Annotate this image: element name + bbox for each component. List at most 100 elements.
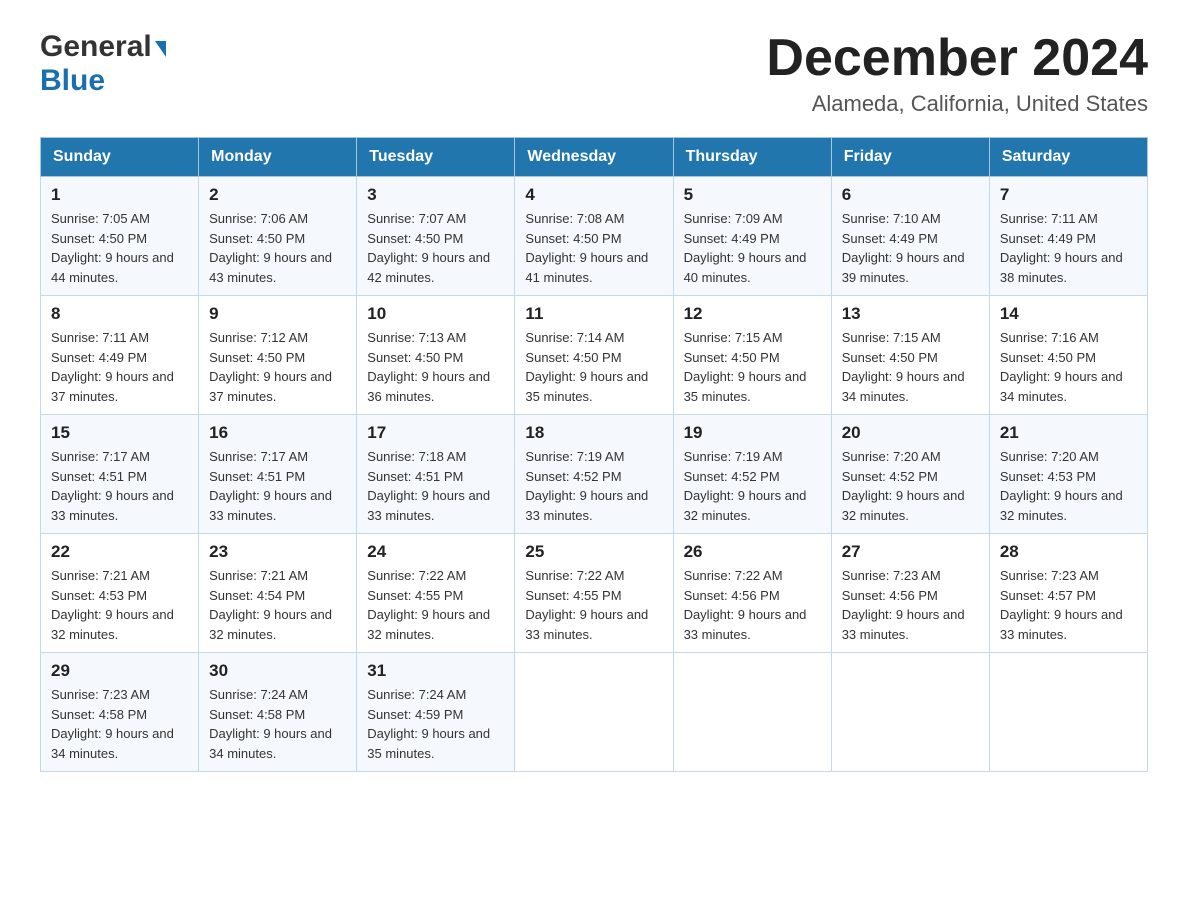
day-info: Sunrise: 7:23 AMSunset: 4:57 PMDaylight:…	[1000, 566, 1137, 644]
day-info: Sunrise: 7:22 AMSunset: 4:55 PMDaylight:…	[525, 566, 662, 644]
calendar-day-cell: 7Sunrise: 7:11 AMSunset: 4:49 PMDaylight…	[989, 177, 1147, 296]
day-info: Sunrise: 7:15 AMSunset: 4:50 PMDaylight:…	[684, 328, 821, 406]
day-info: Sunrise: 7:22 AMSunset: 4:55 PMDaylight:…	[367, 566, 504, 644]
day-number: 27	[842, 542, 979, 562]
day-info: Sunrise: 7:13 AMSunset: 4:50 PMDaylight:…	[367, 328, 504, 406]
calendar-day-cell	[989, 653, 1147, 772]
day-info: Sunrise: 7:21 AMSunset: 4:54 PMDaylight:…	[209, 566, 346, 644]
day-number: 2	[209, 185, 346, 205]
day-number: 22	[51, 542, 188, 562]
calendar-day-header: Tuesday	[357, 138, 515, 177]
day-number: 1	[51, 185, 188, 205]
day-number: 7	[1000, 185, 1137, 205]
logo: General Blue	[40, 30, 166, 98]
calendar-day-cell: 3 Sunrise: 7:07 AMSunset: 4:50 PMDaylight…	[357, 177, 515, 296]
calendar-day-cell: 21 Sunrise: 7:20 AMSunset: 4:53 PMDayligh…	[989, 415, 1147, 534]
day-info: Sunrise: 7:21 AMSunset: 4:53 PMDaylight:…	[51, 566, 188, 644]
calendar-day-header: Wednesday	[515, 138, 673, 177]
day-info: Sunrise: 7:23 AMSunset: 4:58 PMDaylight:…	[51, 685, 188, 763]
calendar-day-cell: 2 Sunrise: 7:06 AMSunset: 4:50 PMDaylight…	[199, 177, 357, 296]
day-info: Sunrise: 7:08 AMSunset: 4:50 PMDaylight:…	[525, 209, 662, 287]
calendar-day-cell: 29 Sunrise: 7:23 AMSunset: 4:58 PMDayligh…	[41, 653, 199, 772]
day-number: 26	[684, 542, 821, 562]
day-info: Sunrise: 7:07 AMSunset: 4:50 PMDaylight:…	[367, 209, 504, 287]
calendar-day-cell: 27 Sunrise: 7:23 AMSunset: 4:56 PMDayligh…	[831, 534, 989, 653]
calendar-day-cell: 30 Sunrise: 7:24 AMSunset: 4:58 PMDayligh…	[199, 653, 357, 772]
day-number: 13	[842, 304, 979, 324]
calendar-day-header: Monday	[199, 138, 357, 177]
calendar-day-cell: 25 Sunrise: 7:22 AMSunset: 4:55 PMDayligh…	[515, 534, 673, 653]
calendar-day-cell: 17Sunrise: 7:18 AMSunset: 4:51 PMDayligh…	[357, 415, 515, 534]
calendar-day-cell: 4 Sunrise: 7:08 AMSunset: 4:50 PMDaylight…	[515, 177, 673, 296]
day-info: Sunrise: 7:12 AMSunset: 4:50 PMDaylight:…	[209, 328, 346, 406]
calendar-day-cell: 28Sunrise: 7:23 AMSunset: 4:57 PMDayligh…	[989, 534, 1147, 653]
day-number: 12	[684, 304, 821, 324]
calendar-day-cell: 11Sunrise: 7:14 AMSunset: 4:50 PMDayligh…	[515, 296, 673, 415]
day-info: Sunrise: 7:14 AMSunset: 4:50 PMDaylight:…	[525, 328, 662, 406]
day-number: 4	[525, 185, 662, 205]
calendar-week-row: 1 Sunrise: 7:05 AMSunset: 4:50 PMDaylight…	[41, 177, 1148, 296]
calendar-day-cell: 13Sunrise: 7:15 AMSunset: 4:50 PMDayligh…	[831, 296, 989, 415]
day-number: 20	[842, 423, 979, 443]
calendar-week-row: 22 Sunrise: 7:21 AMSunset: 4:53 PMDayligh…	[41, 534, 1148, 653]
day-info: Sunrise: 7:11 AMSunset: 4:49 PMDaylight:…	[51, 328, 188, 406]
day-info: Sunrise: 7:06 AMSunset: 4:50 PMDaylight:…	[209, 209, 346, 287]
logo-blue-text: Blue	[40, 64, 166, 98]
day-info: Sunrise: 7:16 AMSunset: 4:50 PMDaylight:…	[1000, 328, 1137, 406]
day-number: 24	[367, 542, 504, 562]
calendar-header-row: SundayMondayTuesdayWednesdayThursdayFrid…	[41, 138, 1148, 177]
day-number: 15	[51, 423, 188, 443]
logo-triangle-icon	[155, 41, 166, 57]
calendar-day-cell: 24 Sunrise: 7:22 AMSunset: 4:55 PMDayligh…	[357, 534, 515, 653]
calendar-day-header: Thursday	[673, 138, 831, 177]
calendar-day-cell: 14 Sunrise: 7:16 AMSunset: 4:50 PMDayligh…	[989, 296, 1147, 415]
day-number: 30	[209, 661, 346, 681]
day-info: Sunrise: 7:24 AMSunset: 4:58 PMDaylight:…	[209, 685, 346, 763]
calendar-day-cell: 1 Sunrise: 7:05 AMSunset: 4:50 PMDaylight…	[41, 177, 199, 296]
calendar-day-cell: 15 Sunrise: 7:17 AMSunset: 4:51 PMDayligh…	[41, 415, 199, 534]
calendar-week-row: 15 Sunrise: 7:17 AMSunset: 4:51 PMDayligh…	[41, 415, 1148, 534]
day-number: 25	[525, 542, 662, 562]
day-number: 14	[1000, 304, 1137, 324]
day-number: 31	[367, 661, 504, 681]
day-number: 29	[51, 661, 188, 681]
month-title: December 2024	[766, 30, 1148, 87]
day-info: Sunrise: 7:19 AMSunset: 4:52 PMDaylight:…	[525, 447, 662, 525]
location-subtitle: Alameda, California, United States	[766, 91, 1148, 117]
day-info: Sunrise: 7:17 AMSunset: 4:51 PMDaylight:…	[209, 447, 346, 525]
calendar-day-cell: 10Sunrise: 7:13 AMSunset: 4:50 PMDayligh…	[357, 296, 515, 415]
calendar-day-header: Saturday	[989, 138, 1147, 177]
calendar-day-header: Friday	[831, 138, 989, 177]
calendar-day-cell: 26 Sunrise: 7:22 AMSunset: 4:56 PMDayligh…	[673, 534, 831, 653]
calendar-day-cell: 20 Sunrise: 7:20 AMSunset: 4:52 PMDayligh…	[831, 415, 989, 534]
day-number: 18	[525, 423, 662, 443]
calendar-day-cell	[673, 653, 831, 772]
day-info: Sunrise: 7:23 AMSunset: 4:56 PMDaylight:…	[842, 566, 979, 644]
calendar-day-cell: 22 Sunrise: 7:21 AMSunset: 4:53 PMDayligh…	[41, 534, 199, 653]
calendar-day-cell: 23Sunrise: 7:21 AMSunset: 4:54 PMDayligh…	[199, 534, 357, 653]
page-header: General Blue December 2024 Alameda, Cali…	[40, 30, 1148, 117]
day-info: Sunrise: 7:05 AMSunset: 4:50 PMDaylight:…	[51, 209, 188, 287]
day-info: Sunrise: 7:20 AMSunset: 4:52 PMDaylight:…	[842, 447, 979, 525]
day-info: Sunrise: 7:17 AMSunset: 4:51 PMDaylight:…	[51, 447, 188, 525]
calendar-day-cell: 12 Sunrise: 7:15 AMSunset: 4:50 PMDayligh…	[673, 296, 831, 415]
calendar-day-cell: 9 Sunrise: 7:12 AMSunset: 4:50 PMDaylight…	[199, 296, 357, 415]
day-number: 9	[209, 304, 346, 324]
calendar-day-cell: 16 Sunrise: 7:17 AMSunset: 4:51 PMDayligh…	[199, 415, 357, 534]
calendar-day-cell: 6Sunrise: 7:10 AMSunset: 4:49 PMDaylight…	[831, 177, 989, 296]
calendar-day-cell	[515, 653, 673, 772]
day-number: 21	[1000, 423, 1137, 443]
day-number: 3	[367, 185, 504, 205]
calendar-day-cell: 31Sunrise: 7:24 AMSunset: 4:59 PMDayligh…	[357, 653, 515, 772]
day-number: 16	[209, 423, 346, 443]
calendar-day-cell: 5Sunrise: 7:09 AMSunset: 4:49 PMDaylight…	[673, 177, 831, 296]
day-info: Sunrise: 7:09 AMSunset: 4:49 PMDaylight:…	[684, 209, 821, 287]
logo-general-text: General	[40, 30, 152, 64]
day-info: Sunrise: 7:20 AMSunset: 4:53 PMDaylight:…	[1000, 447, 1137, 525]
day-number: 8	[51, 304, 188, 324]
calendar-day-cell: 18 Sunrise: 7:19 AMSunset: 4:52 PMDayligh…	[515, 415, 673, 534]
day-info: Sunrise: 7:22 AMSunset: 4:56 PMDaylight:…	[684, 566, 821, 644]
calendar-day-cell	[831, 653, 989, 772]
day-info: Sunrise: 7:18 AMSunset: 4:51 PMDaylight:…	[367, 447, 504, 525]
calendar-day-cell: 8 Sunrise: 7:11 AMSunset: 4:49 PMDaylight…	[41, 296, 199, 415]
